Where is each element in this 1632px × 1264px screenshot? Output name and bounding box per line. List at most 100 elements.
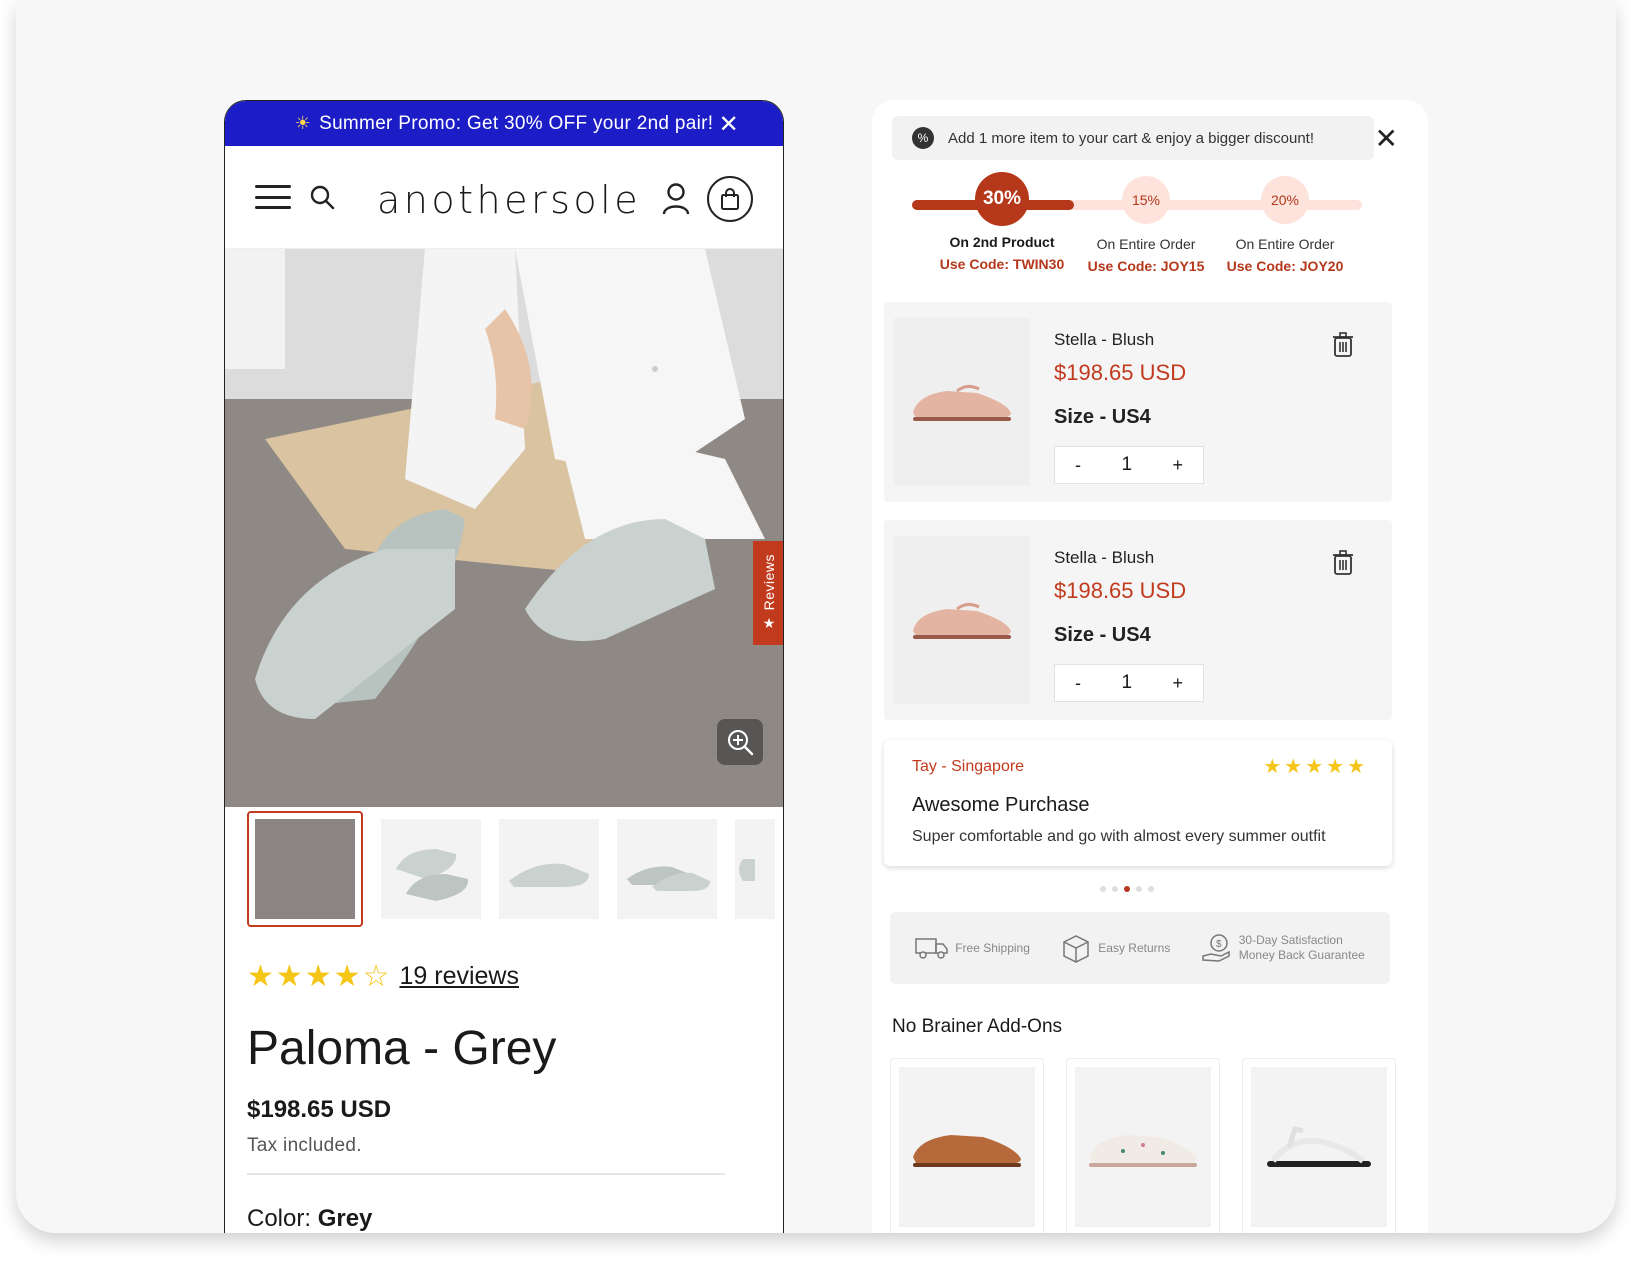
addons-heading: No Brainer Add-Ons (892, 1016, 1063, 1037)
addon-card[interactable] (890, 1058, 1044, 1233)
addon-image (899, 1067, 1035, 1227)
guarantee-line-1: 30-Day Satisfaction (1238, 933, 1343, 947)
tier-2-name: On Entire Order (1096, 236, 1196, 252)
quantity-decrease-button[interactable]: - (1075, 455, 1081, 476)
upsell-banner: % Add 1 more item to your cart & enjoy a… (892, 116, 1374, 160)
quantity-increase-button[interactable]: + (1172, 673, 1183, 694)
addons-list (890, 1058, 1396, 1233)
search-icon[interactable] (309, 184, 335, 210)
cart-drawer: % Add 1 more item to your cart & enjoy a… (872, 100, 1428, 1233)
guarantee-line-2: Money Back Guarantee (1238, 948, 1365, 962)
rating-stars: ★★★★☆ (247, 960, 392, 993)
review-stars: ★★★★★ (1263, 756, 1368, 778)
upsell-banner-text: Add 1 more item to your cart & enjoy a b… (948, 129, 1315, 147)
review-body: Super comfortable and go with almost eve… (912, 828, 1326, 845)
tier-1-percent: 30% (975, 172, 1029, 226)
menu-icon[interactable] (255, 185, 291, 209)
site-header: anothersole (225, 146, 783, 249)
trash-icon[interactable] (1332, 332, 1354, 358)
carousel-dot[interactable] (1136, 886, 1142, 892)
star-icon: ★ (762, 614, 776, 631)
promo-text: Summer Promo: Get 30% OFF your 2nd pair! (319, 112, 714, 134)
cart-item-price: $198.65 USD (1054, 360, 1187, 385)
quantity-increase-button[interactable]: + (1172, 455, 1183, 476)
product-page-phone: ☀ Summer Promo: Get 30% OFF your 2nd pai… (224, 100, 784, 1233)
free-shipping-badge: Free Shipping (915, 936, 1030, 960)
tier-2: 15% On Entire Order Use Code: JOY15 (1071, 176, 1221, 274)
zoom-in-icon (728, 730, 754, 756)
cart-item-name: Stella - Blush (1054, 548, 1155, 567)
money-hand-icon: $ (1201, 934, 1230, 962)
reviews-link[interactable]: 19 reviews (399, 962, 519, 991)
thumbnail-strip (247, 811, 775, 927)
quantity-value[interactable]: 1 (1121, 454, 1132, 476)
reviews-side-tab[interactable]: Reviews ★ (753, 541, 783, 645)
sun-icon: ☀ (294, 113, 312, 133)
tier-3-name: On Entire Order (1235, 236, 1335, 252)
quantity-stepper: - 1 + (1054, 664, 1204, 702)
guarantee-badge: $ 30-Day Satisfaction Money Back Guarant… (1201, 932, 1365, 964)
cart-item-image[interactable] (894, 536, 1030, 704)
review-author: Tay - Singapore (912, 758, 1025, 775)
tier-1-name: On 2nd Product (949, 234, 1055, 250)
promo-bar: ☀ Summer Promo: Get 30% OFF your 2nd pai… (225, 101, 783, 146)
divider (247, 1173, 725, 1175)
quantity-stepper: - 1 + (1054, 446, 1204, 484)
thumbnail-2[interactable] (381, 819, 481, 919)
free-shipping-label: Free Shipping (955, 941, 1030, 955)
carousel-dots (1100, 886, 1154, 892)
truck-icon (915, 938, 948, 959)
color-value: Grey (317, 1205, 373, 1232)
hero-photo (225, 249, 783, 807)
product-title: Paloma - Grey (247, 1022, 557, 1075)
product-price: $198.65 USD (247, 1096, 392, 1123)
cart-close-button[interactable]: ✕ (1375, 122, 1398, 155)
review-title: Awesome Purchase (912, 794, 1090, 816)
discount-tiers: 30% On 2nd Product Use Code: TWIN30 15% … (912, 172, 1362, 286)
cart-item-price: $198.65 USD (1054, 578, 1187, 603)
zoom-button[interactable] (717, 719, 763, 765)
carousel-dot[interactable] (1148, 886, 1154, 892)
tier-2-percent: 15% (1122, 176, 1170, 224)
canvas: ☀ Summer Promo: Get 30% OFF your 2nd pai… (16, 0, 1616, 1233)
color-label: Color: (247, 1205, 312, 1232)
review-card: Tay - Singapore ★★★★★ Awesome Purchase S… (884, 740, 1392, 866)
tax-note: Tax included. (247, 1135, 362, 1156)
tier-2-code: Use Code: JOY15 (1087, 258, 1205, 274)
easy-returns-badge: Easy Returns (1060, 932, 1170, 964)
promo-close-button[interactable]: ✕ (719, 110, 739, 139)
easy-returns-label: Easy Returns (1098, 941, 1171, 955)
carousel-dot[interactable] (1100, 886, 1106, 892)
cart-item-image[interactable] (894, 318, 1030, 486)
tier-3-percent: 20% (1261, 176, 1309, 224)
product-hero-image[interactable]: Reviews ★ (225, 249, 783, 807)
thumbnail-5[interactable] (735, 819, 775, 919)
cart-item-name: Stella - Blush (1054, 330, 1155, 349)
cart-item: Stella - Blush $198.65 USD Size - US4 - … (884, 302, 1392, 502)
account-icon[interactable] (661, 182, 691, 216)
carousel-dot[interactable] (1112, 886, 1118, 892)
reviews-tab-label: Reviews (761, 554, 777, 611)
tier-3-code: Use Code: JOY20 (1226, 258, 1344, 274)
discount-badge-icon: % (912, 127, 934, 149)
cart-item-size: Size - US4 (1054, 406, 1151, 428)
thumbnail-3[interactable] (499, 819, 599, 919)
carousel-dot-active[interactable] (1124, 886, 1130, 892)
trust-badges: Free Shipping Easy Returns $ 30-Day Sati… (890, 912, 1390, 984)
thumbnail-4[interactable] (617, 819, 717, 919)
cart-button[interactable] (707, 176, 753, 222)
addon-card[interactable] (1066, 1058, 1220, 1233)
color-selector-label: Color: Grey (247, 1205, 372, 1233)
quantity-value[interactable]: 1 (1121, 672, 1132, 694)
shopping-bag-icon (721, 188, 739, 210)
quantity-decrease-button[interactable]: - (1075, 673, 1081, 694)
addon-card[interactable] (1242, 1058, 1396, 1233)
thumbnail-1[interactable] (247, 811, 363, 927)
cart-item-size: Size - US4 (1054, 624, 1151, 646)
svg-text:$: $ (1216, 939, 1222, 950)
addon-image (1251, 1067, 1387, 1227)
trash-icon[interactable] (1332, 550, 1354, 576)
brand-logo[interactable]: anothersole (377, 178, 641, 222)
return-box-icon (1063, 935, 1090, 963)
tier-1: 30% On 2nd Product Use Code: TWIN30 (927, 172, 1077, 272)
